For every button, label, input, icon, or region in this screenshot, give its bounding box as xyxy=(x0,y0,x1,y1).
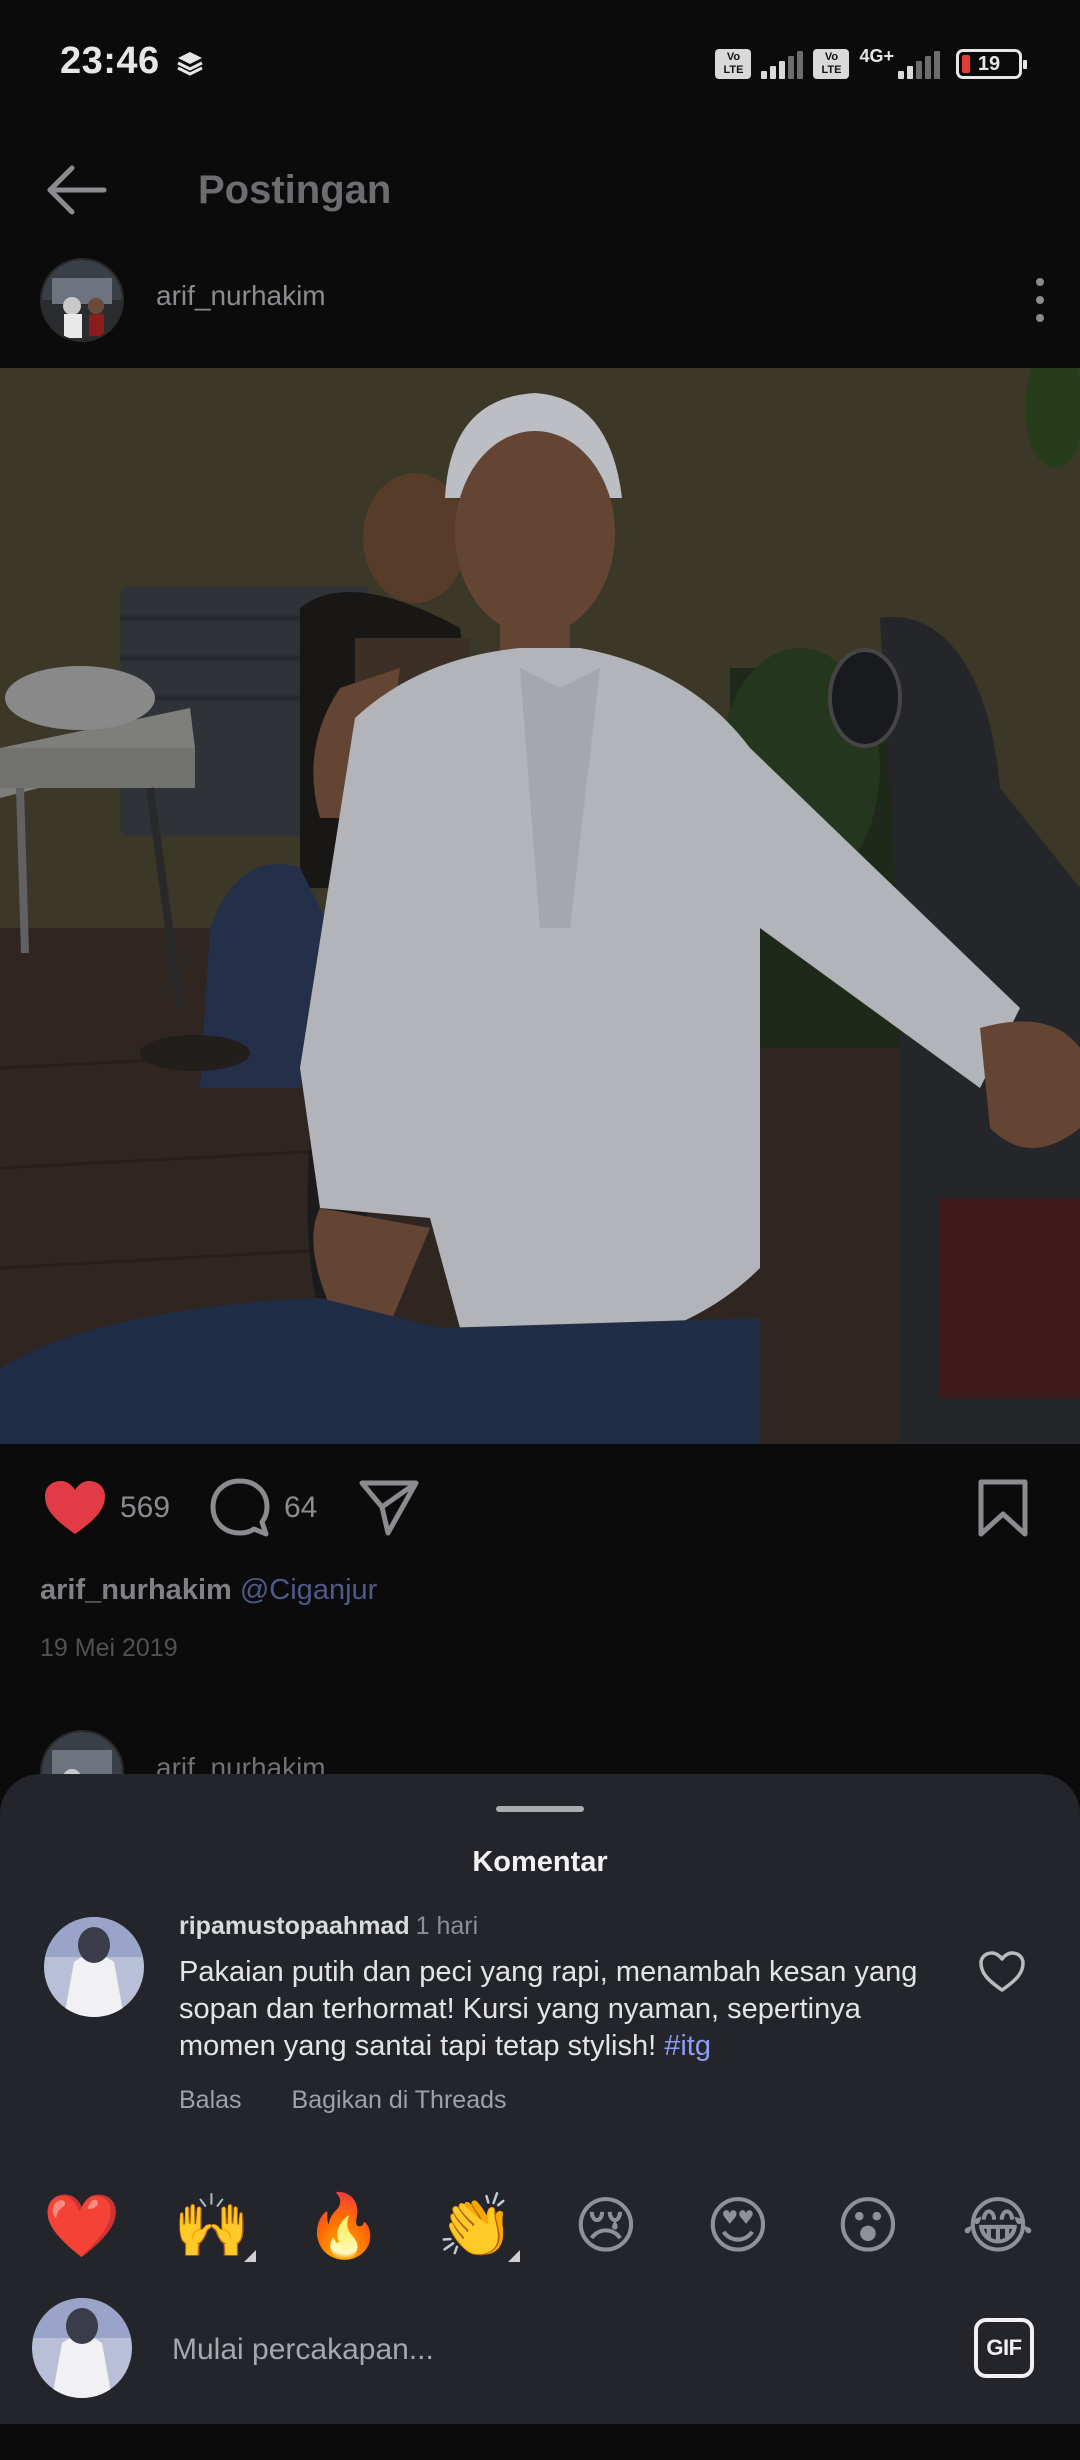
post-photo[interactable] xyxy=(0,368,1080,1444)
next-post-header: arif_nurhakim xyxy=(0,1720,1080,1780)
reply-button[interactable]: Balas xyxy=(179,2086,242,2115)
share-button[interactable] xyxy=(358,1476,420,1540)
comments-sheet: Komentar ripamustopaahmad 1 hari Pakaian … xyxy=(0,1774,1080,2460)
save-button[interactable] xyxy=(976,1476,1030,1540)
network-type: 4G+ xyxy=(859,46,894,66)
layers-icon xyxy=(177,52,203,76)
heart-outline-icon[interactable] xyxy=(978,1950,1026,1994)
emoji-clap-glyph: 👏 xyxy=(437,2189,515,2262)
comment-count: 64 xyxy=(284,1491,318,1524)
comment-text: Pakaian putih dan peci yang rapi, menamb… xyxy=(179,1954,939,2065)
page-title: Postingan xyxy=(198,168,392,212)
signal-icon-2 xyxy=(898,49,940,79)
post-username[interactable]: arif_nurhakim xyxy=(156,280,326,312)
volte-icon: Vo LTE xyxy=(715,49,752,79)
arrow-left-icon[interactable] xyxy=(44,162,108,218)
sheet-title: Komentar xyxy=(472,1846,608,1878)
emoji-quick-reactions: ❤️ 🙌 🔥 👏 😢 😍 😮 😂 xyxy=(0,2186,1080,2276)
send-icon xyxy=(359,1480,419,1536)
post-date: 19 Mei 2019 xyxy=(40,1634,178,1662)
like-count: 569 xyxy=(120,1491,171,1524)
emoji-heart[interactable]: ❤️ xyxy=(42,2186,122,2266)
heart-filled-icon xyxy=(45,1481,105,1534)
comment-hashtag[interactable]: #itg xyxy=(664,2030,711,2062)
status-icons: Vo LTE Vo LTE 4G+ 19 xyxy=(715,46,1027,82)
comment-input[interactable] xyxy=(172,2326,932,2374)
comment-button[interactable]: 64 xyxy=(208,1476,317,1540)
top-bar: Postingan xyxy=(0,140,1080,240)
post-header: arif_nurhakim xyxy=(0,250,1080,350)
emoji-fire[interactable]: 🔥 xyxy=(304,2186,384,2266)
comment-actions: Balas Bagikan di Threads xyxy=(179,2086,507,2115)
avatar[interactable] xyxy=(40,1730,124,1780)
emoji-raising-hands[interactable]: 🙌 xyxy=(172,2186,256,2266)
emoji-crying[interactable]: 😢 xyxy=(566,2186,646,2266)
status-time: 23:46 xyxy=(60,40,160,82)
post-caption: arif_nurhakim @Ciganjur xyxy=(40,1574,377,1607)
share-threads-button[interactable]: Bagikan di Threads xyxy=(292,2086,507,2115)
post-actions: 569 64 xyxy=(0,1470,1080,1550)
caption-location[interactable]: @Ciganjur xyxy=(240,1574,377,1606)
emoji-raising-hands-glyph: 🙌 xyxy=(173,2189,251,2262)
bookmark-icon xyxy=(978,1479,1028,1537)
battery-icon: 19 xyxy=(956,49,1027,79)
comment-bubble-icon xyxy=(210,1478,270,1537)
emoji-surprised[interactable]: 😮 xyxy=(828,2186,908,2266)
avatar xyxy=(32,2298,132,2398)
emoji-heart-eyes[interactable]: 😍 xyxy=(698,2186,778,2266)
gif-button[interactable]: GIF xyxy=(974,2318,1034,2378)
comment-time: 1 hari xyxy=(415,1912,479,1940)
volte-icon-2: Vo LTE xyxy=(813,49,850,79)
comment-body: Pakaian putih dan peci yang rapi, menamb… xyxy=(179,1956,918,2062)
status-bar: 23:46 Vo LTE Vo LTE 4G+ 19 xyxy=(0,0,1080,130)
like-button[interactable]: 569 xyxy=(42,1476,170,1540)
more-options-icon[interactable] xyxy=(1030,270,1050,330)
avatar[interactable] xyxy=(40,258,124,342)
battery-level: 19 xyxy=(977,52,1001,75)
emoji-laughing[interactable]: 😂 xyxy=(958,2186,1038,2266)
comment-input-row: GIF xyxy=(0,2282,1080,2408)
avatar[interactable] xyxy=(44,1917,144,2017)
drag-handle[interactable] xyxy=(496,1806,584,1812)
signal-icon xyxy=(761,49,804,79)
comment-username[interactable]: ripamustopaahmad xyxy=(179,1912,410,1940)
nav-bar xyxy=(0,2424,1080,2460)
caption-username[interactable]: arif_nurhakim xyxy=(40,1574,232,1606)
comment-header: ripamustopaahmad 1 hari xyxy=(179,1912,478,1941)
emoji-clap[interactable]: 👏 xyxy=(436,2186,520,2266)
